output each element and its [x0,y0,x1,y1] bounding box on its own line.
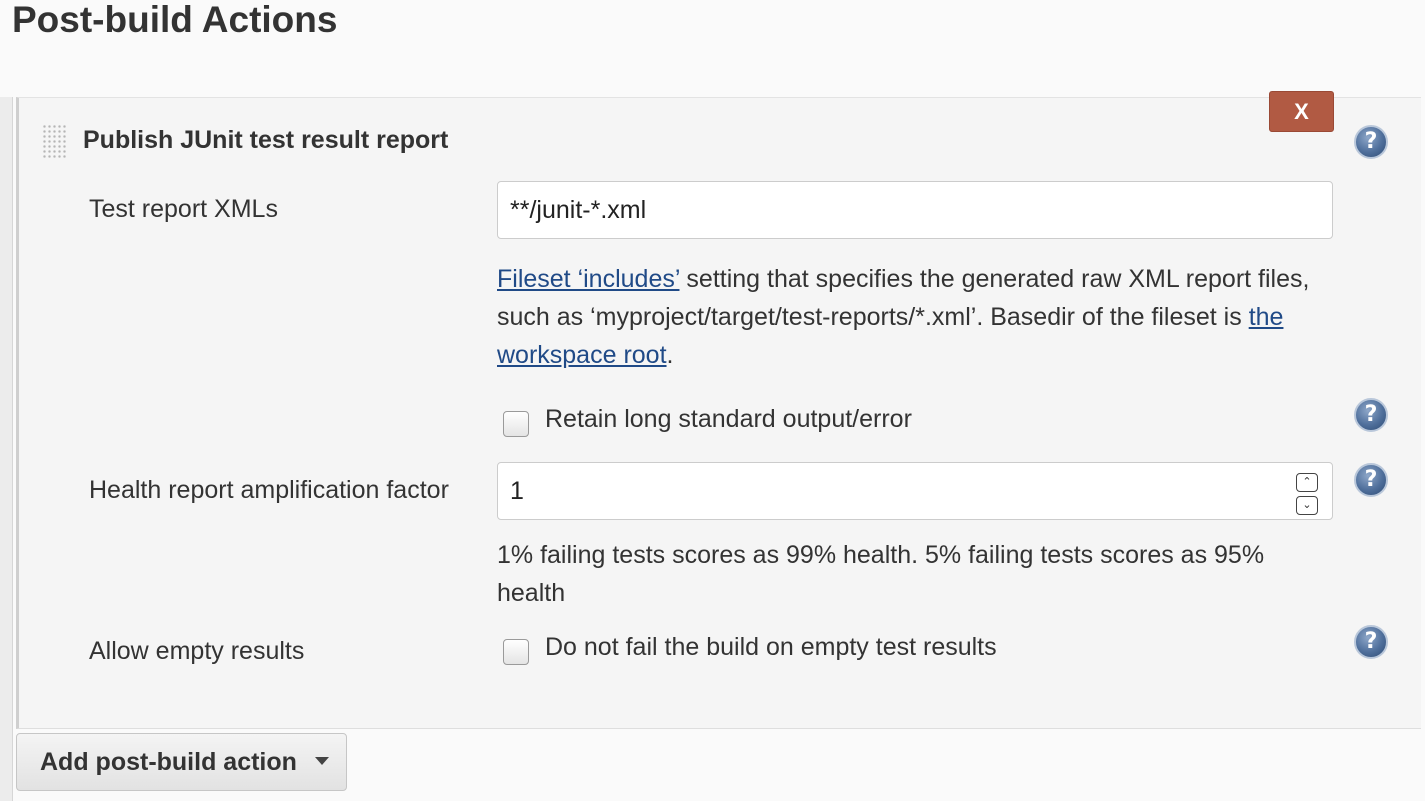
health-factor-input[interactable]: 1 [497,462,1333,520]
test-report-xmls-help: Fileset ‘includes’ setting that specifie… [497,260,1337,374]
allow-empty-row: Do not fail the build on empty test resu… [503,631,997,665]
allow-empty-checkbox[interactable] [503,639,529,665]
allow-empty-label: Allow empty results [89,637,305,665]
test-report-xmls-input[interactable]: **/junit-*.xml [497,181,1333,239]
add-post-build-action-label: Add post-build action [40,748,297,776]
help-icon[interactable]: ? [1354,463,1388,497]
chevron-up-icon[interactable]: ⌃ [1296,473,1318,492]
section-title: Post-build Actions [12,0,338,40]
drag-handle-icon[interactable] [42,124,66,160]
health-factor-label: Health report amplification factor [89,476,449,504]
help-icon[interactable]: ? [1354,125,1388,159]
fileset-includes-link[interactable]: Fileset ‘includes’ [497,265,679,293]
action-title: Publish JUnit test result report [83,126,449,154]
delete-action-button[interactable]: X [1269,91,1334,132]
chevron-down-icon[interactable]: ⌄ [1296,496,1318,515]
add-post-build-action-button[interactable]: Add post-build action [16,733,347,791]
section-rail [0,97,13,801]
retain-output-row: Retain long standard output/error [503,403,912,437]
retain-output-label: Retain long standard output/error [545,405,912,433]
allow-empty-checkbox-label: Do not fail the build on empty test resu… [545,633,997,661]
caret-down-icon [314,757,329,766]
help-icon[interactable]: ? [1354,398,1388,432]
post-build-actions-page: Post-build Actions Publish JUnit test re… [0,0,1425,801]
health-factor-spinner: ⌃ ⌄ [1296,473,1320,515]
health-factor-help: 1% failing tests scores as 99% health. 5… [497,541,1265,607]
test-report-xmls-label: Test report XMLs [89,195,278,223]
retain-output-checkbox[interactable] [503,411,529,437]
help-text-part2: . [666,341,674,369]
help-icon[interactable]: ? [1354,625,1388,659]
